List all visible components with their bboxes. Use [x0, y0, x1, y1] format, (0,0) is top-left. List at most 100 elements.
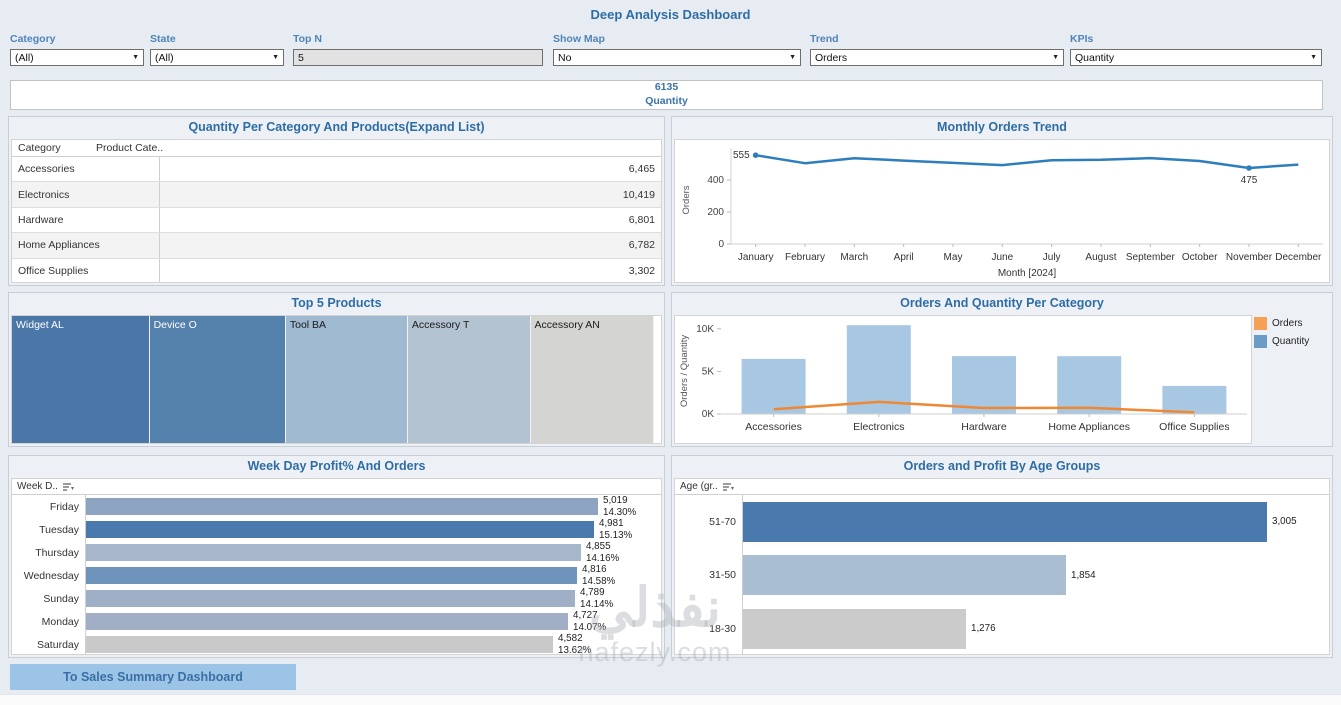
table-row[interactable]: Hardware 6,801 [12, 207, 661, 234]
weekday-bar-chart: Week D.. Friday 5,019 14.30% Tuesday 4,98… [11, 478, 662, 655]
bar-percent: 14.30% [603, 506, 637, 518]
kpis-dropdown[interactable]: Quantity ▼ [1070, 49, 1322, 66]
trend-dropdown[interactable]: Orders ▼ [810, 49, 1064, 66]
bar-category[interactable]: Monday [12, 610, 86, 633]
x-tick: February [785, 252, 825, 263]
bar-category[interactable]: Friday [12, 495, 86, 518]
treemap-block[interactable]: Widget AL [12, 316, 150, 443]
panel-age-groups: Orders and Profit By Age Groups Age (gr.… [671, 455, 1333, 658]
quantity-bar[interactable] [1162, 385, 1227, 414]
x-tick: Accessories [745, 421, 802, 433]
top-n-input[interactable] [293, 49, 543, 66]
bar[interactable] [86, 544, 581, 561]
to-sales-summary-button[interactable]: To Sales Summary Dashboard [10, 664, 296, 690]
x-tick: June [991, 252, 1013, 263]
bar-percent: 14.07% [573, 621, 607, 633]
y-tick: 5K [702, 366, 715, 377]
age-header-label: Age (gr.. [680, 481, 718, 492]
bar-category[interactable]: Saturday [12, 633, 86, 654]
col-product-category[interactable]: Product Cate.. [96, 142, 163, 154]
sort-icon[interactable] [722, 482, 734, 492]
x-tick: August [1085, 252, 1116, 263]
x-tick: November [1226, 252, 1273, 263]
y-tick: 0 [718, 239, 724, 250]
top-products-treemap: Widget AL Device O Tool BA Accessory T Acces… [11, 315, 662, 444]
bar-row: 51-70 3,005 [675, 495, 1329, 549]
bar[interactable] [743, 608, 966, 649]
bar-value: 3,005 [1272, 516, 1297, 528]
page-title: Deep Analysis Dashboard [590, 7, 751, 22]
trend-dropdown-value: Orders [815, 51, 848, 64]
treemap-block[interactable]: Tool BA [285, 316, 408, 443]
table-row[interactable]: Office Supplies 3,302 [12, 258, 661, 282]
filter-kpis: KPIs Quantity ▼ [1070, 33, 1322, 66]
bar[interactable] [743, 501, 1267, 542]
orders-trend-line[interactable] [755, 153, 1299, 170]
bar-category[interactable]: Sunday [12, 587, 86, 610]
panel-top-5-products: Top 5 Products Widget AL Device O Tool BA A… [8, 292, 665, 447]
bar-category[interactable]: 51-70 [675, 495, 743, 549]
bar[interactable] [743, 555, 1066, 596]
legend-item-orders[interactable]: Orders [1254, 317, 1328, 330]
bar-row: Sunday 4,789 14.14% [12, 587, 661, 610]
x-tick: July [1043, 252, 1061, 263]
y-axis-label: Orders [681, 185, 692, 214]
treemap-block[interactable]: Device O [149, 316, 286, 443]
quantity-bar[interactable] [952, 356, 1016, 414]
bar[interactable] [86, 613, 568, 630]
bar-category[interactable]: Tuesday [12, 518, 86, 541]
row-value: 10,419 [622, 188, 655, 201]
bar[interactable] [86, 521, 594, 538]
filter-top-n-label: Top N [293, 33, 322, 45]
table-row[interactable]: Home Appliances 6,782 [12, 233, 661, 259]
bar-value: 4,727 [573, 609, 598, 621]
weekday-column-header[interactable]: Week D.. [12, 479, 661, 495]
kpi-label: Quantity [645, 95, 688, 107]
row-value: 6,782 [628, 239, 655, 252]
bar-value: 4,816 [582, 563, 607, 575]
orders-swatch [1254, 317, 1267, 330]
treemap-block[interactable]: Accessory T [407, 316, 531, 443]
data-point-marker[interactable] [1246, 165, 1252, 171]
y-tick: 400 [707, 175, 724, 186]
bar-row: Thursday 4,855 14.16% [12, 541, 661, 564]
quantity-bar[interactable] [1057, 356, 1122, 414]
table-header[interactable]: Category Product Cate.. [12, 140, 661, 157]
bar-value: 4,582 [558, 632, 583, 644]
table-row[interactable]: Electronics 10,419 [12, 182, 661, 208]
filter-state: State (All) ▼ [150, 33, 284, 66]
bar-value: 4,981 [599, 517, 624, 529]
bar-value: 5,019 [603, 494, 628, 506]
row-value: 6,801 [628, 213, 655, 226]
y-tick: 0K [702, 409, 715, 420]
bar[interactable] [86, 498, 598, 515]
bar[interactable] [86, 567, 577, 584]
quantity-bar[interactable] [741, 358, 806, 414]
chevron-down-icon: ▼ [789, 54, 796, 61]
x-tick: Office Supplies [1159, 421, 1229, 433]
filter-show-map-label: Show Map [553, 33, 605, 45]
monthly-orders-line-chart: 0 200 400 Orders 555 475 January February March A… [674, 139, 1330, 283]
col-category[interactable]: Category [12, 142, 96, 154]
category-dropdown[interactable]: (All) ▼ [10, 49, 144, 66]
bar[interactable] [86, 590, 575, 607]
age-column-header[interactable]: Age (gr.. [675, 479, 1329, 495]
show-map-dropdown[interactable]: No ▼ [553, 49, 801, 66]
legend-item-quantity[interactable]: Quantity [1254, 335, 1328, 348]
bar-category[interactable]: Wednesday [12, 564, 86, 587]
kpi-banner: 6135 Quantity [10, 80, 1323, 110]
state-dropdown[interactable]: (All) ▼ [150, 49, 284, 66]
table-row[interactable]: Accessories 6,465 [12, 157, 661, 183]
bar-row: Wednesday 4,816 14.58% [12, 564, 661, 587]
filter-trend-label: Trend [810, 33, 839, 45]
bar-category[interactable]: 18-30 [675, 602, 743, 654]
bar[interactable] [86, 636, 553, 653]
bar-category[interactable]: Thursday [12, 541, 86, 564]
panel-title: Orders And Quantity Per Category [900, 296, 1104, 310]
data-point-marker[interactable] [752, 152, 759, 158]
treemap-block[interactable]: Accessory AN [530, 316, 655, 443]
bar-category[interactable]: 31-50 [675, 548, 743, 603]
kpis-dropdown-value: Quantity [1075, 51, 1115, 64]
sort-icon[interactable] [62, 482, 74, 492]
x-tick: October [1182, 252, 1218, 263]
